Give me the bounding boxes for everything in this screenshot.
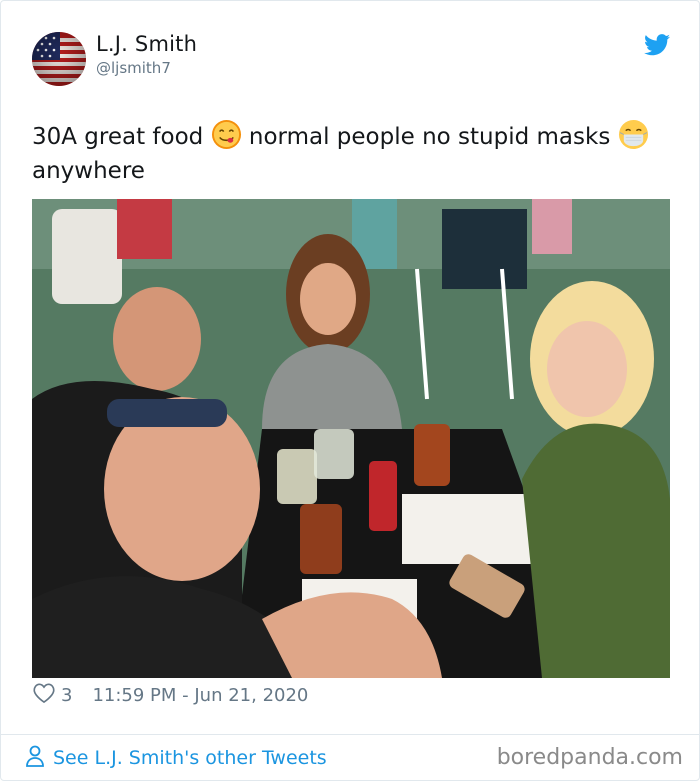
like-count: 3 (61, 684, 73, 706)
tweet-text-part2: normal people no stupid masks (248, 124, 611, 150)
user-handle[interactable]: @ljsmith7 (96, 59, 171, 77)
boredpanda-watermark: boredpanda.com (496, 745, 683, 770)
twitter-bird-icon[interactable] (644, 34, 670, 56)
tweet-text: 30A great food normal people no stupid m… (32, 119, 672, 188)
person-icon (25, 745, 45, 772)
tweet-meta: 3 11:59 PM - Jun 21, 2020 (33, 681, 308, 709)
see-other-tweets-link[interactable]: See L.J. Smith's other Tweets (25, 743, 327, 773)
tweet-card: L.J. Smith @ljsmith7 30A great food norm… (0, 0, 700, 781)
tweet-text-part3: anywhere (32, 158, 145, 184)
face-savoring-food-icon (211, 119, 242, 150)
tweet-timestamp[interactable]: 11:59 PM - Jun 21, 2020 (92, 685, 308, 706)
us-flag-avatar-icon (32, 32, 86, 86)
tweet-photo[interactable] (32, 199, 670, 678)
display-name[interactable]: L.J. Smith (96, 32, 197, 56)
see-other-tweets-label: See L.J. Smith's other Tweets (53, 747, 327, 769)
avatar[interactable] (32, 32, 86, 86)
restaurant-table-photo-icon (32, 199, 670, 678)
heart-icon[interactable] (33, 683, 55, 708)
face-with-medical-mask-icon (618, 119, 649, 150)
tweet-text-part1: 30A great food (32, 124, 204, 150)
divider (1, 734, 699, 735)
